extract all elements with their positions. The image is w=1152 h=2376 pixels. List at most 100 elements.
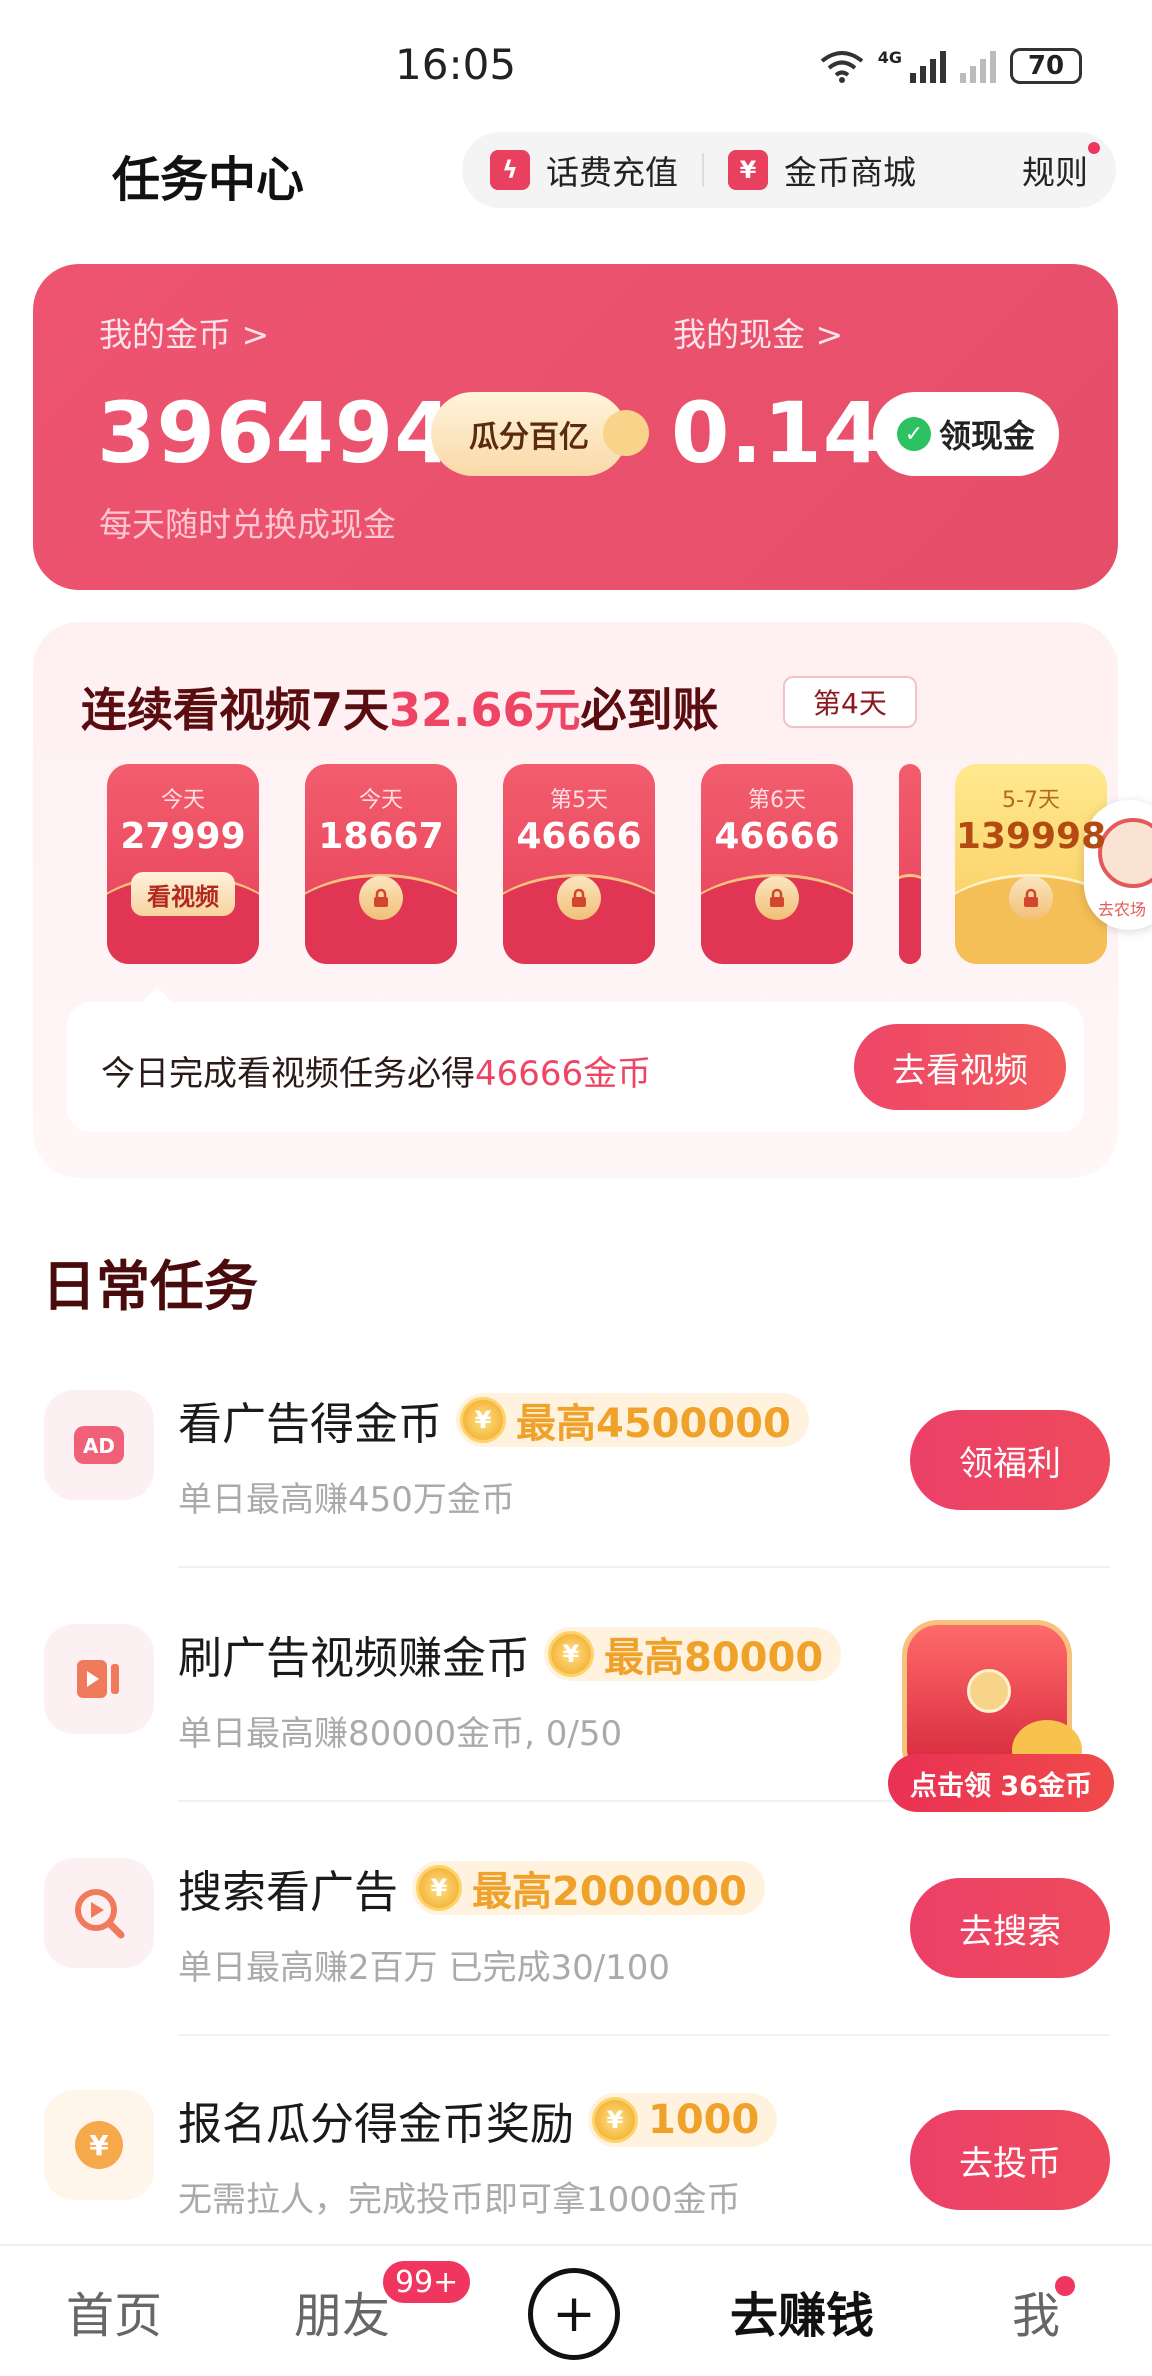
- reward-badge: ¥1000: [588, 2093, 778, 2147]
- chest-lock-icon: [967, 1669, 1011, 1713]
- status-time: 16:05: [395, 40, 517, 89]
- signal-icon: [910, 49, 946, 83]
- reward-badge-text: 最高80000: [604, 1635, 824, 1681]
- divider: [178, 1566, 1110, 1568]
- task-name: 报名瓜分得金币奖励 ¥1000: [178, 2088, 778, 2152]
- reward-badge-text: 1000: [648, 2097, 760, 2143]
- watch-video-tag[interactable]: 看视频: [131, 872, 235, 916]
- my-coins-link[interactable]: 我的金币 >: [99, 308, 269, 356]
- get-cash-label: 领现金: [938, 417, 1035, 455]
- friends-badge: 99+: [380, 2258, 474, 2306]
- my-cash-link[interactable]: 我的现金 >: [673, 308, 843, 356]
- task-name: 搜索看广告 ¥ 最高2000000: [178, 1856, 765, 1920]
- svg-text:AD: AD: [83, 1434, 115, 1458]
- streak-title-prefix: 连续看视频7天: [81, 683, 390, 737]
- lock-icon: [557, 876, 601, 920]
- daily-tasks-title: 日常任务: [42, 1255, 258, 1318]
- packet-day: 第5天: [550, 788, 608, 813]
- treasure-chest-button[interactable]: 点击领 36金币: [888, 1620, 1114, 1820]
- ad-icon: AD: [44, 1390, 154, 1500]
- notice-pointer: [141, 986, 173, 1004]
- task-search-ad: 搜索看广告 ¥ 最高2000000 单日最高赚2百万 已完成30/100 去搜索: [44, 1828, 1110, 2036]
- task-name-text: 看广告得金币: [178, 1399, 442, 1450]
- reward-badge: ¥ 最高2000000: [412, 1861, 765, 1915]
- packet-day: 今天: [160, 788, 205, 813]
- chest-label: 点击领 36金币: [888, 1754, 1114, 1812]
- task-desc: 无需拉人，完成投币即可拿1000金币: [178, 2180, 741, 2220]
- coins-value: 396494: [97, 384, 454, 482]
- coin-mall-label: 金币商城: [784, 153, 916, 192]
- notification-dot: [1055, 2276, 1075, 2296]
- notice-amount: 46666金币: [475, 1054, 652, 1094]
- coin-icon: ¥: [416, 1865, 462, 1911]
- go-search-button[interactable]: 去搜索: [910, 1878, 1110, 1978]
- divider: [702, 153, 704, 187]
- notice-text: 今日完成看视频任务必得46666金币: [101, 1046, 651, 1095]
- notification-dot: [1088, 142, 1100, 154]
- red-packet[interactable]: 今天 27999 看视频: [107, 764, 259, 964]
- packet-value: 46666: [516, 816, 642, 857]
- streak-title-amount: 32.66元: [389, 683, 581, 737]
- bottom-nav: 首页 朋友 99+ + 去赚钱 我: [0, 2244, 1152, 2376]
- streak-notice: 今日完成看视频任务必得46666金币 去看视频: [67, 986, 1084, 1132]
- streak-title-suffix: 必到账: [580, 683, 719, 737]
- claim-benefit-button[interactable]: 领福利: [910, 1410, 1110, 1510]
- rules-link[interactable]: 规则: [1022, 142, 1100, 194]
- streak-title: 连续看视频7天32.66元必到账: [81, 674, 719, 740]
- create-plus-button[interactable]: +: [528, 2268, 620, 2360]
- streak-day-tag: 第4天: [783, 676, 917, 728]
- reward-badge-text: 最高4500000: [516, 1401, 791, 1447]
- packet-day: 第6天: [748, 788, 806, 813]
- red-packet[interactable]: 今天 18667: [305, 764, 457, 964]
- wallet-card: 我的金币 > 396494 每天随时兑换成现金 瓜分百亿 我的现金 > 0.14…: [33, 264, 1118, 590]
- coin-icon: ¥: [460, 1397, 506, 1443]
- packet-value: 27999: [120, 816, 246, 857]
- rules-label: 规则: [1022, 153, 1088, 192]
- video-icon: [44, 1624, 154, 1734]
- gold-ingot-icon: [603, 410, 649, 456]
- reward-badge: ¥ 最高80000: [544, 1627, 842, 1681]
- wifi-icon: [820, 51, 863, 83]
- notice-prefix: 今日完成看视频任务必得: [101, 1054, 475, 1094]
- coin-mall-link[interactable]: ¥ 金币商城: [728, 146, 916, 194]
- farm-float-label: 去农场: [1098, 900, 1147, 919]
- go-insert-coin-button[interactable]: 去投币: [910, 2110, 1110, 2210]
- nav-me[interactable]: 我: [1012, 2276, 1060, 2346]
- split-button[interactable]: 瓜分百亿: [431, 392, 649, 476]
- red-packet[interactable]: 第6天 46666: [701, 764, 853, 964]
- coins-subtitle: 每天随时兑换成现金: [99, 505, 396, 544]
- nav-home[interactable]: 首页: [66, 2276, 162, 2346]
- reward-badge-text: 最高2000000: [472, 1869, 747, 1915]
- network-type: 4G: [877, 48, 902, 67]
- lock-icon: [755, 876, 799, 920]
- page-title: 任务中心: [112, 152, 305, 208]
- task-name: 刷广告视频赚金币 ¥ 最高80000: [178, 1622, 842, 1686]
- search-play-icon: [44, 1858, 154, 1968]
- get-cash-button[interactable]: ✓ 领现金: [873, 392, 1059, 476]
- coin-icon: ¥: [548, 1631, 594, 1677]
- task-desc: 单日最高赚2百万 已完成30/100: [178, 1948, 671, 1988]
- nav-friends[interactable]: 朋友: [294, 2276, 390, 2346]
- signal-weak-icon: [960, 49, 996, 83]
- divider: [178, 2034, 1110, 2036]
- task-name-text: 报名瓜分得金币奖励: [178, 2099, 574, 2150]
- packet-day: 今天: [358, 788, 403, 813]
- nav-earn[interactable]: 去赚钱: [730, 2276, 874, 2346]
- battery-icon: 70: [1010, 48, 1082, 84]
- coin-icon: ¥: [592, 2097, 638, 2143]
- task-name-text: 搜索看广告: [178, 1867, 398, 1918]
- task-desc: 单日最高赚80000金币, 0/50: [178, 1714, 623, 1754]
- red-packet[interactable]: 第5天 46666: [503, 764, 655, 964]
- task-ad-coins: AD 看广告得金币 ¥ 最高4500000 单日最高赚450万金币 领福利: [44, 1360, 1110, 1568]
- lock-icon: [1009, 876, 1053, 920]
- task-desc: 单日最高赚450万金币: [178, 1480, 515, 1520]
- task-name: 看广告得金币 ¥ 最高4500000: [178, 1388, 809, 1452]
- status-bar: 16:05 4G 70: [0, 0, 1152, 130]
- cash-value: 0.14: [671, 384, 883, 482]
- task-signup-split: ¥ 报名瓜分得金币奖励 ¥1000 无需拉人，完成投币即可拿1000金币 去投币: [44, 2060, 1110, 2250]
- packet-day: 5-7天: [1002, 788, 1060, 813]
- header-actions: ϟ 话费充值 ¥ 金币商城 规则: [462, 132, 1116, 208]
- split-button-label: 瓜分百亿: [469, 420, 589, 455]
- phone-recharge-link[interactable]: ϟ 话费充值: [490, 146, 678, 194]
- watch-video-button[interactable]: 去看视频: [854, 1024, 1066, 1110]
